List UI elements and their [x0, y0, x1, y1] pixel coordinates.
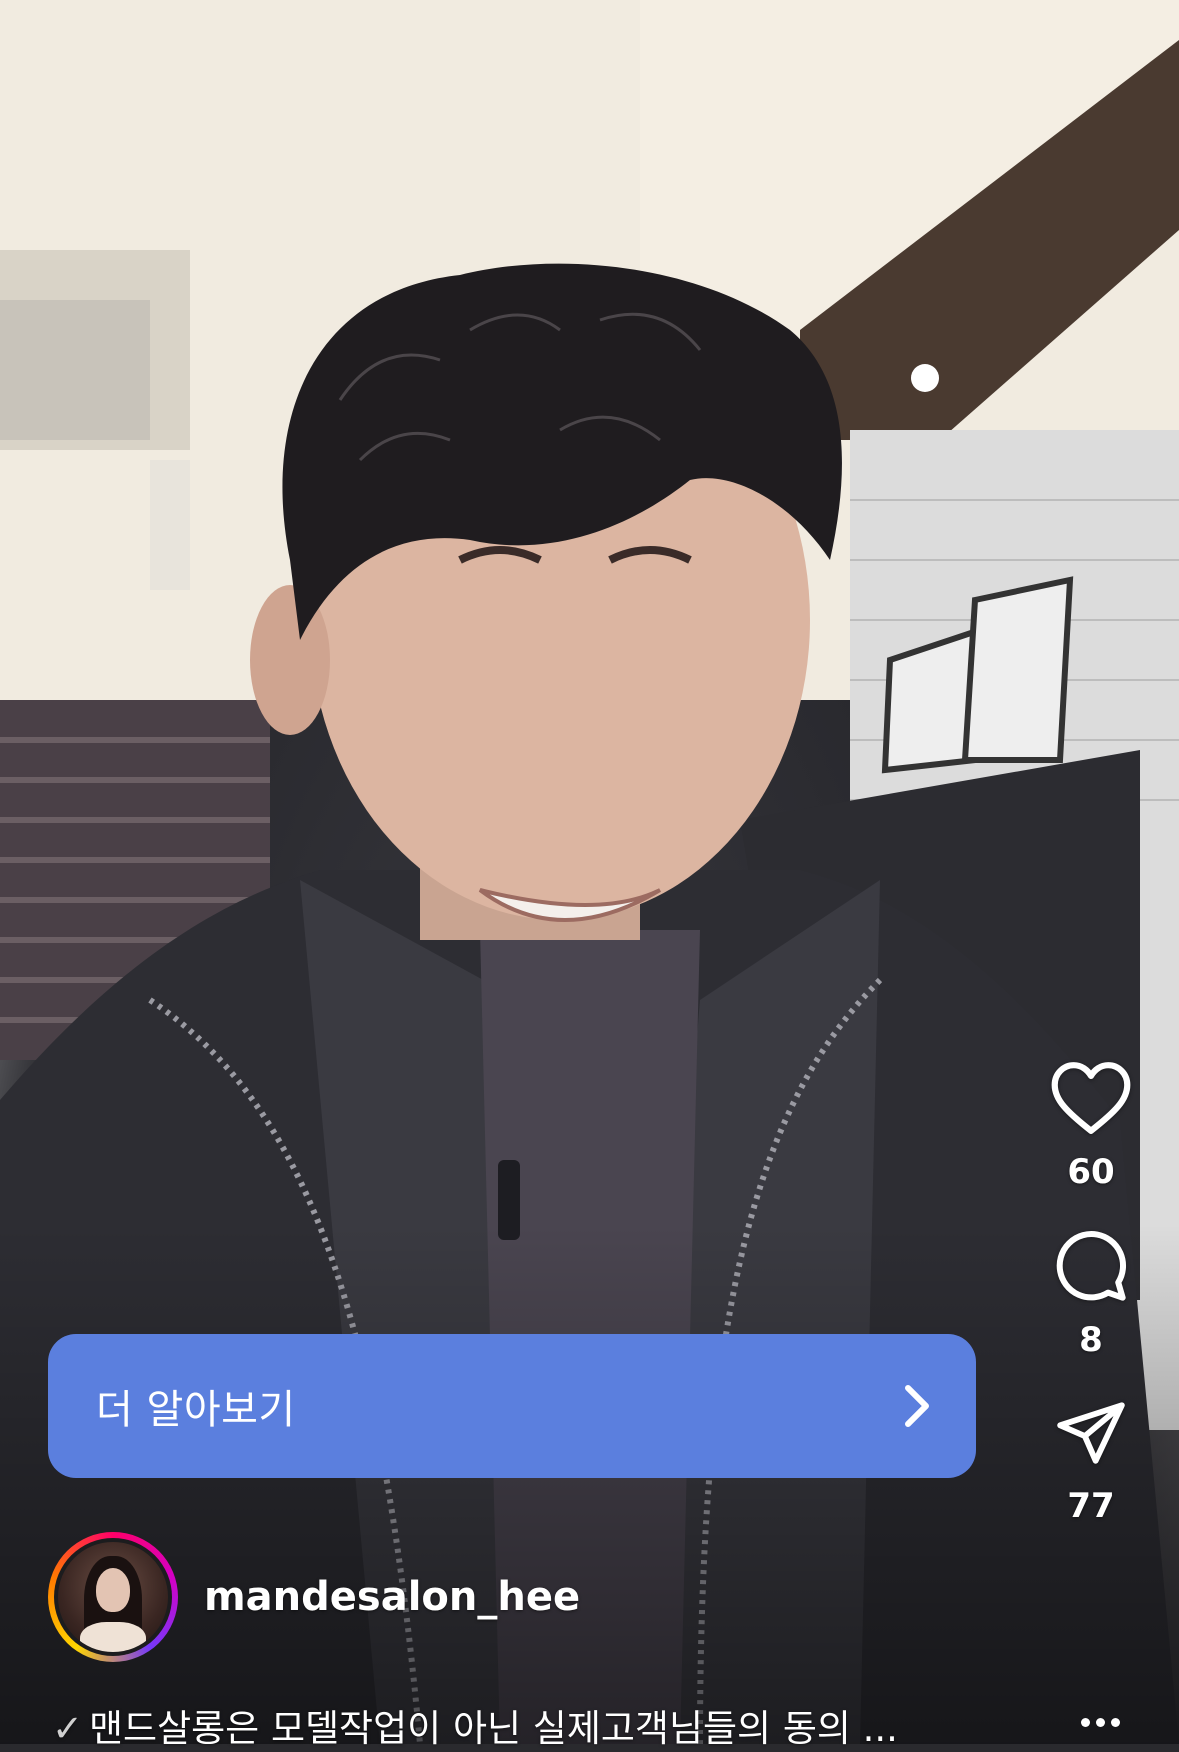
like-count: 60 — [1067, 1152, 1115, 1192]
author-row: mandesalon_hee — [48, 1532, 580, 1662]
chevron-right-icon — [905, 1385, 929, 1427]
learn-more-button[interactable]: 더 알아보기 — [48, 1334, 976, 1478]
comment-icon — [1056, 1231, 1127, 1301]
send-icon — [1057, 1402, 1125, 1464]
share-count: 77 — [1067, 1486, 1115, 1526]
action-rail: 60 8 77 — [1031, 1060, 1151, 1562]
heart-icon — [1051, 1062, 1131, 1134]
more-icon[interactable] — [1078, 1712, 1123, 1731]
username-link[interactable]: mandesalon_hee — [204, 1574, 580, 1620]
learn-more-label: 더 알아보기 — [96, 1387, 296, 1433]
story-ring[interactable] — [48, 1532, 178, 1662]
bottom-shade — [0, 1224, 1179, 1744]
reel-video[interactable] — [0, 0, 1179, 1744]
avatar[interactable] — [58, 1542, 168, 1652]
comment-button[interactable]: 8 — [1053, 1228, 1129, 1360]
share-button[interactable]: 77 — [1053, 1396, 1129, 1526]
like-button[interactable]: 60 — [1049, 1060, 1133, 1192]
comment-count: 8 — [1079, 1320, 1103, 1360]
